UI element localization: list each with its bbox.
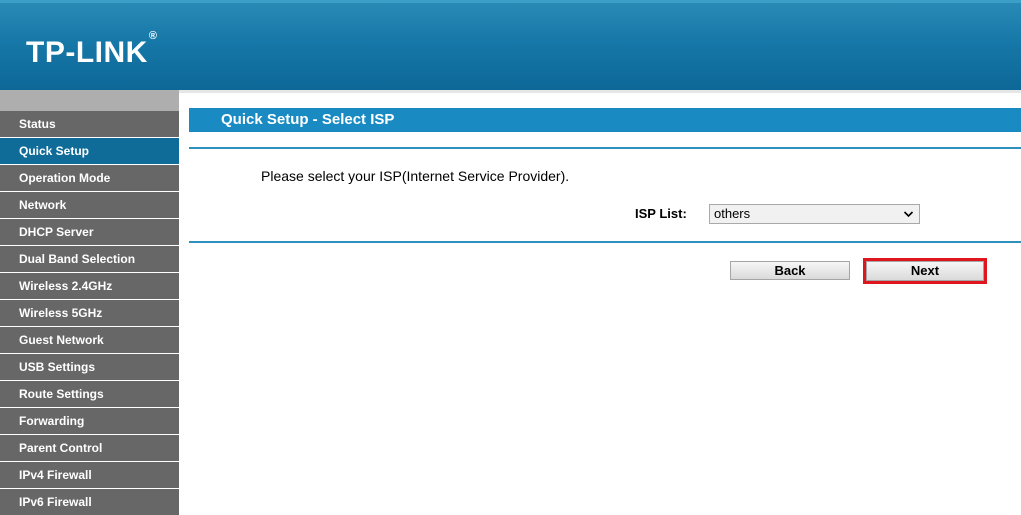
next-button-highlight: Next [863, 258, 987, 284]
sidebar-item-status[interactable]: Status [0, 111, 179, 137]
divider-bottom [189, 241, 1021, 243]
instruction-text: Please select your ISP(Internet Service … [261, 168, 570, 184]
sidebar-item-wireless-5ghz[interactable]: Wireless 5GHz [0, 300, 179, 326]
sidebar-item-quick-setup[interactable]: Quick Setup [0, 138, 179, 164]
sidebar-item-operation-mode[interactable]: Operation Mode [0, 165, 179, 191]
sidebar-item-dual-band-selection[interactable]: Dual Band Selection [0, 246, 179, 272]
isp-list-label: ISP List: [635, 206, 687, 221]
sidebar-item-ipv4-firewall[interactable]: IPv4 Firewall [0, 462, 179, 488]
sidebar-item-parent-control[interactable]: Parent Control [0, 435, 179, 461]
isp-selected-value: others [714, 206, 751, 221]
sidebar-item-ipv6-firewall[interactable]: IPv6 Firewall [0, 489, 179, 515]
sidebar-item-route-settings[interactable]: Route Settings [0, 381, 179, 407]
next-button[interactable]: Next [866, 261, 984, 281]
sidebar-item-dhcp-server[interactable]: DHCP Server [0, 219, 179, 245]
main-content: Quick Setup - Select ISP Please select y… [189, 108, 1021, 284]
sidebar: Status Quick Setup Operation Mode Networ… [0, 90, 179, 515]
sidebar-item-wireless-24ghz[interactable]: Wireless 2.4GHz [0, 273, 179, 299]
back-button[interactable]: Back [730, 261, 850, 280]
sidebar-top-bar [0, 90, 179, 111]
sidebar-item-network[interactable]: Network [0, 192, 179, 218]
sidebar-item-guest-network[interactable]: Guest Network [0, 327, 179, 353]
header-banner: TP-LINK® [0, 0, 1021, 90]
sidebar-item-usb-settings[interactable]: USB Settings [0, 354, 179, 380]
page-title: Quick Setup - Select ISP [189, 108, 1021, 132]
isp-list-select[interactable]: others [709, 204, 920, 224]
tp-link-logo: TP-LINK® [26, 30, 158, 69]
divider-top [189, 147, 1021, 149]
chevron-down-icon [903, 205, 914, 229]
sidebar-item-forwarding[interactable]: Forwarding [0, 408, 179, 434]
